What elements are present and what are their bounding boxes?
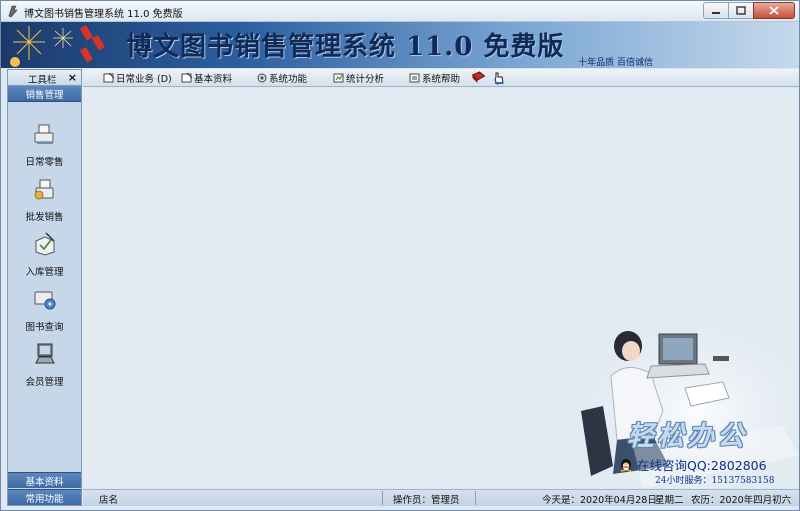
minimize-button[interactable] [703, 2, 729, 19]
app-logo-icon [8, 5, 18, 18]
sidebar-item-member[interactable]: 会员管理 [8, 341, 81, 393]
statistics-icon [333, 73, 344, 83]
menu-label: 系统帮助 [422, 74, 461, 85]
menu-book-button[interactable] [471, 71, 487, 85]
qq-text: 在线咨询QQ:2802806 [637, 458, 767, 473]
status-operator: 操作员：管理员 [393, 495, 460, 506]
wholesale-icon [34, 179, 54, 200]
cash-register-icon [34, 124, 54, 144]
status-weekday: 星期二 [655, 495, 684, 506]
window-title: 博文图书销售管理系统 11.0 免费版 [24, 9, 183, 20]
qq-penguin-icon [620, 458, 632, 472]
close-icon [769, 6, 779, 15]
basic-data-icon [181, 72, 193, 83]
toolbar-panel-close-button[interactable]: × [68, 71, 77, 84]
app-banner: 博文图书销售管理系统 11.0 免费版 十年品质 百倍诚信 [1, 22, 799, 68]
sidebar-item-label: 入库管理 [25, 267, 64, 278]
sidebar-item-label: 批发销售 [25, 212, 64, 223]
sidebar-group-sales[interactable]: 销售管理 [8, 86, 81, 102]
maximize-button[interactable] [728, 2, 754, 19]
sidebar-item-book-search[interactable]: 图书查询 [8, 286, 81, 338]
window-controls [703, 2, 795, 19]
sidebar-item-wholesale[interactable]: 批发销售 [8, 176, 81, 228]
title-bar[interactable]: 博文图书销售管理系统 11.0 免费版 [1, 1, 799, 22]
system-help-icon [409, 73, 420, 83]
sidebar-item-label: 会员管理 [25, 377, 64, 388]
hand-pointer-icon [494, 72, 504, 85]
menu-system-help[interactable]: 系统帮助 [409, 71, 460, 85]
toolbar-panel-header: 工具栏 × [8, 70, 81, 86]
sidebar-item-label: 图书查询 [25, 322, 64, 333]
status-shop-name: 店名 [99, 495, 119, 506]
menu-label: 基本资料 [194, 74, 233, 85]
menu-daily-business[interactable]: 日常业务 (D) [103, 71, 172, 85]
status-date: 今天是：2020年04月28日 [542, 495, 657, 506]
book-search-icon [34, 291, 56, 310]
brand-script-text: 轻松办公 [627, 421, 747, 452]
sidebar-item-daily-retail[interactable]: 日常零售 [8, 121, 81, 173]
status-lunar-date: 农历：2020年四月初六 [691, 495, 792, 506]
toolbar-panel-title: 工具栏 [28, 75, 57, 86]
menu-bar: 日常业务 (D) 基本资料 系统功能 统计分析 系统帮助 [83, 69, 799, 87]
status-divider [475, 491, 476, 505]
main-workspace: 轻松办公 在线咨询QQ:2802806 24小时服务：15137583158 [83, 88, 799, 488]
sidebar-item-label: 日常零售 [25, 157, 64, 168]
fireworks-decoration [10, 24, 105, 67]
qq-consult[interactable]: 在线咨询QQ:2802806 [619, 455, 767, 474]
maximize-icon [736, 6, 746, 15]
sidebar-group-common-functions[interactable]: 常用功能 [8, 489, 81, 505]
status-bar: 店名 操作员：管理员 今天是：2020年04月28日 星期二 农历：2020年四… [83, 489, 799, 506]
app-window: 博文图书销售管理系统 11.0 免费版 博文图书销售管理系统 11.0 免费版 … [0, 0, 800, 511]
banner-slogan: 十年品质 百倍诚信 [578, 58, 653, 68]
menu-label: 日常业务 (D) [116, 74, 172, 85]
book-icon [471, 71, 486, 83]
close-button[interactable] [753, 2, 795, 19]
menu-label: 统计分析 [346, 74, 385, 85]
banner-title: 博文图书销售管理系统 11.0 免费版 [126, 32, 565, 62]
sidebar-item-stock-in[interactable]: 入库管理 [8, 231, 81, 283]
toolbar-panel: 工具栏 × 销售管理 日常零售 批发销售 入库管理 图书查询 会员管理 基本资料… [7, 69, 82, 506]
daily-business-icon [103, 72, 115, 83]
member-icon [35, 343, 55, 364]
service-hotline: 24小时服务：15137583158 [655, 476, 775, 486]
status-divider [382, 491, 383, 505]
menu-label: 系统功能 [269, 74, 308, 85]
stock-in-icon [35, 232, 55, 256]
menu-basic-data[interactable]: 基本资料 [181, 71, 232, 85]
menu-system-function[interactable]: 系统功能 [256, 71, 307, 85]
sidebar-group-basic-data[interactable]: 基本资料 [8, 472, 81, 488]
minimize-icon [712, 11, 720, 14]
system-function-icon [257, 73, 267, 83]
menu-statistics[interactable]: 统计分析 [333, 71, 384, 85]
menu-hand-button[interactable] [493, 71, 506, 85]
